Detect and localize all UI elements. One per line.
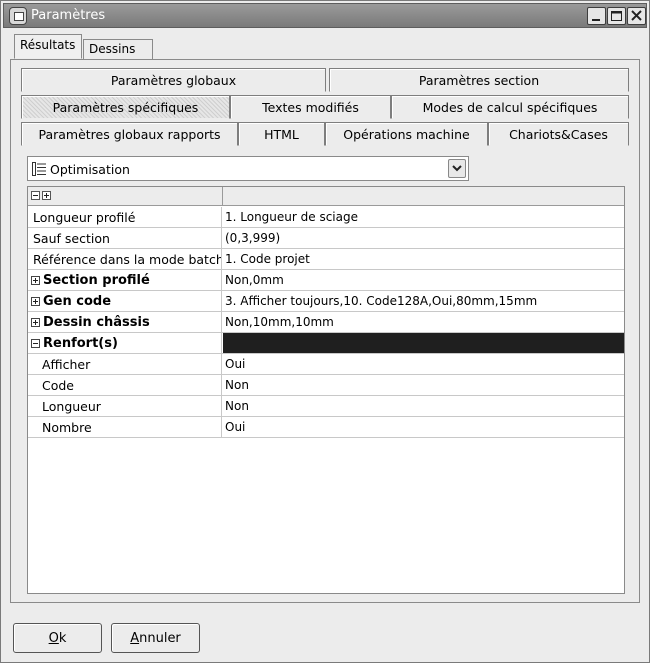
parametres-dialog: Paramètres Résultats Dessins Paramètres … bbox=[0, 0, 650, 663]
subtab-parametres-specifiques[interactable]: Paramètres spécifiques bbox=[21, 95, 230, 119]
property-value[interactable] bbox=[223, 333, 624, 353]
property-value[interactable]: 1. Code projet bbox=[223, 249, 624, 269]
property-name: Sauf section bbox=[28, 228, 222, 248]
window-title: Paramètres bbox=[31, 8, 106, 23]
table-row-group[interactable]: Gen code 3. Afficher toujours,10. Code12… bbox=[28, 291, 624, 312]
table-row-group-selected[interactable]: Renfort(s) bbox=[28, 333, 624, 354]
dropdown-button[interactable] bbox=[448, 159, 466, 178]
app-icon[interactable] bbox=[9, 7, 27, 25]
property-value[interactable]: Non bbox=[223, 375, 624, 395]
title-bar[interactable]: Paramètres bbox=[3, 3, 647, 28]
expand-all-button[interactable] bbox=[42, 191, 51, 200]
property-name: Renfort(s) bbox=[28, 333, 222, 353]
property-name: Gen code bbox=[28, 291, 222, 311]
table-row[interactable]: Longueur Non bbox=[28, 396, 624, 417]
close-icon bbox=[631, 10, 642, 21]
table-row-group[interactable]: Section profilé Non,0mm bbox=[28, 270, 624, 291]
plus-icon bbox=[44, 193, 49, 198]
property-value[interactable]: 3. Afficher toujours,10. Code128A,Oui,80… bbox=[223, 291, 624, 311]
table-row[interactable]: Sauf section (0,3,999) bbox=[28, 228, 624, 249]
property-value[interactable]: Non,0mm bbox=[223, 270, 624, 290]
property-name: Longueur bbox=[28, 396, 222, 416]
close-button[interactable] bbox=[627, 7, 646, 25]
property-name: Longueur profilé bbox=[28, 207, 222, 227]
subtab-parametres-section[interactable]: Paramètres section bbox=[329, 68, 629, 92]
property-name: Section profilé bbox=[28, 270, 222, 290]
property-value[interactable]: (0,3,999) bbox=[223, 228, 624, 248]
list-tree-icon bbox=[32, 162, 46, 176]
property-name: Code bbox=[28, 375, 222, 395]
property-name: Référence dans la mode batch bbox=[28, 249, 222, 269]
ok-button[interactable]: Ok bbox=[13, 623, 102, 653]
property-value[interactable]: Non bbox=[223, 396, 624, 416]
cancel-label: nnuler bbox=[139, 631, 181, 646]
maximize-button[interactable] bbox=[607, 7, 626, 25]
table-row-group[interactable]: Dessin châssis Non,10mm,10mm bbox=[28, 312, 624, 333]
property-value[interactable]: Oui bbox=[223, 417, 624, 437]
subtab-operations-machine[interactable]: Opérations machine bbox=[325, 122, 488, 146]
property-name: Afficher bbox=[28, 354, 222, 374]
subtab-html[interactable]: HTML bbox=[238, 122, 325, 146]
minus-icon bbox=[33, 195, 38, 196]
table-row[interactable]: Longueur profilé 1. Longueur de sciage bbox=[28, 207, 624, 228]
property-value[interactable]: Non,10mm,10mm bbox=[223, 312, 624, 332]
subtab-parametres-globaux-rapports[interactable]: Paramètres globaux rapports bbox=[21, 122, 238, 146]
grid-header bbox=[28, 187, 624, 206]
table-row[interactable]: Afficher Oui bbox=[28, 354, 624, 375]
table-row[interactable]: Code Non bbox=[28, 375, 624, 396]
table-row[interactable]: Référence dans la mode batch 1. Code pro… bbox=[28, 249, 624, 270]
minimize-button[interactable] bbox=[587, 7, 606, 25]
ok-mnemonic: O bbox=[48, 631, 59, 646]
property-value[interactable]: 1. Longueur de sciage bbox=[223, 207, 624, 227]
subtab-parametres-globaux[interactable]: Paramètres globaux bbox=[21, 68, 326, 92]
subtab-chariots-cases[interactable]: Chariots&Cases bbox=[488, 122, 629, 146]
collapse-all-button[interactable] bbox=[31, 191, 40, 200]
tab-resultats[interactable]: Résultats bbox=[14, 34, 82, 59]
cancel-button[interactable]: Annuler bbox=[111, 623, 200, 653]
minimize-icon bbox=[592, 19, 600, 21]
cancel-mnemonic: A bbox=[130, 631, 140, 646]
property-value[interactable]: Oui bbox=[223, 354, 624, 374]
subtab-textes-modifies[interactable]: Textes modifiés bbox=[230, 95, 391, 119]
maximize-icon bbox=[611, 11, 622, 21]
tab-dessins[interactable]: Dessins bbox=[83, 39, 153, 59]
table-row[interactable]: Nombre Oui bbox=[28, 417, 624, 438]
property-name: Dessin châssis bbox=[28, 312, 222, 332]
category-select-value: Optimisation bbox=[50, 162, 130, 177]
property-name: Nombre bbox=[28, 417, 222, 437]
chevron-down-icon bbox=[452, 165, 462, 172]
ok-label: k bbox=[58, 631, 67, 646]
subtab-modes-calcul-specifiques[interactable]: Modes de calcul spécifiques bbox=[391, 95, 629, 119]
category-select[interactable]: Optimisation bbox=[27, 156, 469, 181]
property-grid: Longueur profilé 1. Longueur de sciage S… bbox=[27, 186, 625, 594]
